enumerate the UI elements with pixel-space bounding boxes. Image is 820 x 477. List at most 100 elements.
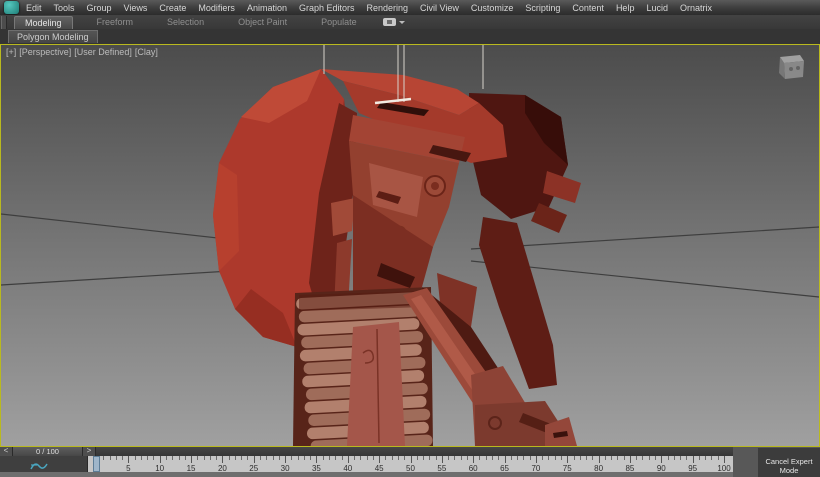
current-frame-handle[interactable] [93,456,100,472]
menu-ornatrix[interactable]: Ornatrix [680,3,712,13]
ruler-tick [153,456,154,460]
ruler-tick [411,456,412,463]
ruler-tick [711,456,712,460]
ruler-tick [448,456,449,460]
viewcube-icon[interactable] [779,55,804,79]
ruler-tick [147,456,148,460]
ruler-tick [486,456,487,460]
menu-graph-editors[interactable]: Graph Editors [299,3,355,13]
model-throat-plate[interactable] [347,322,405,446]
ruler-tick [273,456,274,460]
time-slider-bar[interactable]: < 0 / 100 > [0,447,733,456]
ruler-tick [204,456,205,460]
ruler-tick [530,456,531,460]
viewport-menu-shading[interactable]: [Clay] [135,47,158,57]
ruler-tick [693,456,694,463]
tab-polygon-modeling[interactable]: Polygon Modeling [8,30,98,43]
ruler-tick [461,456,462,460]
ruler-tick [423,456,424,460]
ruler-tick [699,456,700,460]
viewport-menu-general[interactable]: [+] [6,47,16,57]
ruler-tick [718,456,719,460]
perspective-viewport[interactable]: [+] [Perspective] [User Defined] [Clay] [0,44,820,447]
ruler-tick [210,456,211,460]
ruler-tick [661,456,662,463]
chevron-down-icon[interactable] [399,21,405,24]
ruler-tick [254,456,255,463]
app-logo-icon[interactable] [4,1,19,14]
menu-lucid[interactable]: Lucid [646,3,668,13]
prev-frame-button[interactable]: < [0,447,13,456]
ruler-tick [285,456,286,463]
ruler-tick [398,456,399,460]
ruler-tick [342,456,343,460]
ruler-tick [197,456,198,460]
ruler-tick [417,456,418,460]
ribbon-tab-object-paint[interactable]: Object Paint [228,16,297,28]
ruler-tick [724,456,725,463]
menu-create[interactable]: Create [159,3,186,13]
ruler-tick [429,456,430,460]
ruler-tick [222,456,223,463]
ruler-tick [454,456,455,460]
ribbon-tab-populate[interactable]: Populate [311,16,367,28]
menu-group[interactable]: Group [87,3,112,13]
ruler-tick [392,456,393,460]
next-frame-button[interactable]: > [83,447,96,456]
ruler-tick [511,456,512,460]
ruler-tick [404,456,405,460]
ruler-tick [517,456,518,460]
menu-rendering[interactable]: Rendering [367,3,409,13]
ruler-tick [467,456,468,460]
ruler-tick [116,456,117,460]
ruler-tick [185,456,186,460]
ruler-tick [636,456,637,460]
ruler-tick [310,456,311,460]
ruler-tick [354,456,355,460]
ruler-tick [172,456,173,460]
ruler-tick [523,456,524,460]
time-slider-handle[interactable]: 0 / 100 [13,447,83,456]
ruler-tick [599,456,600,463]
menu-civil-view[interactable]: Civil View [420,3,459,13]
menu-edit[interactable]: Edit [26,3,42,13]
viewport-canvas[interactable] [1,45,819,446]
ruler-tick [605,456,606,460]
ruler-tick [235,456,236,460]
ruler-tick [642,456,643,460]
ruler-tick [373,456,374,460]
ribbon-tab-modeling[interactable]: Modeling [14,16,73,29]
ruler-tick [630,456,631,463]
ribbon-tabs: Modeling Freeform Selection Object Paint Pop… [0,16,367,29]
menu-customize[interactable]: Customize [471,3,514,13]
ruler-tick [548,456,549,460]
menu-animation[interactable]: Animation [247,3,287,13]
ruler-tick [492,456,493,460]
ruler-tick [266,456,267,460]
ribbon-extra-tools [383,18,405,26]
ruler-tick [617,456,618,460]
screencast-icon[interactable] [383,18,396,26]
ruler-tick [385,456,386,460]
ribbon-tab-freeform[interactable]: Freeform [87,16,144,28]
viewport-menu-view[interactable]: [Perspective] [19,47,71,57]
menu-help[interactable]: Help [616,3,635,13]
ruler-tick [291,456,292,460]
ruler-tick [110,456,111,460]
menu-tools[interactable]: Tools [54,3,75,13]
menu-views[interactable]: Views [124,3,148,13]
menu-content[interactable]: Content [572,3,604,13]
menu-scripting[interactable]: Scripting [525,3,560,13]
ruler-tick [674,456,675,460]
cancel-expert-mode-button[interactable]: Cancel Expert Mode [758,448,820,477]
menu-bar: Edit Tools Group Views Create Modifiers Animat… [0,0,820,15]
ruler-tick [705,456,706,460]
ruler-tick [574,456,575,460]
menu-modifiers[interactable]: Modifiers [198,3,235,13]
ruler-tick [179,456,180,460]
viewport-menu-user[interactable]: [User Defined] [74,47,132,57]
ruler-tick [536,456,537,463]
ribbon-tab-selection[interactable]: Selection [157,16,214,28]
ruler-tick [241,456,242,460]
ruler-tick [479,456,480,460]
